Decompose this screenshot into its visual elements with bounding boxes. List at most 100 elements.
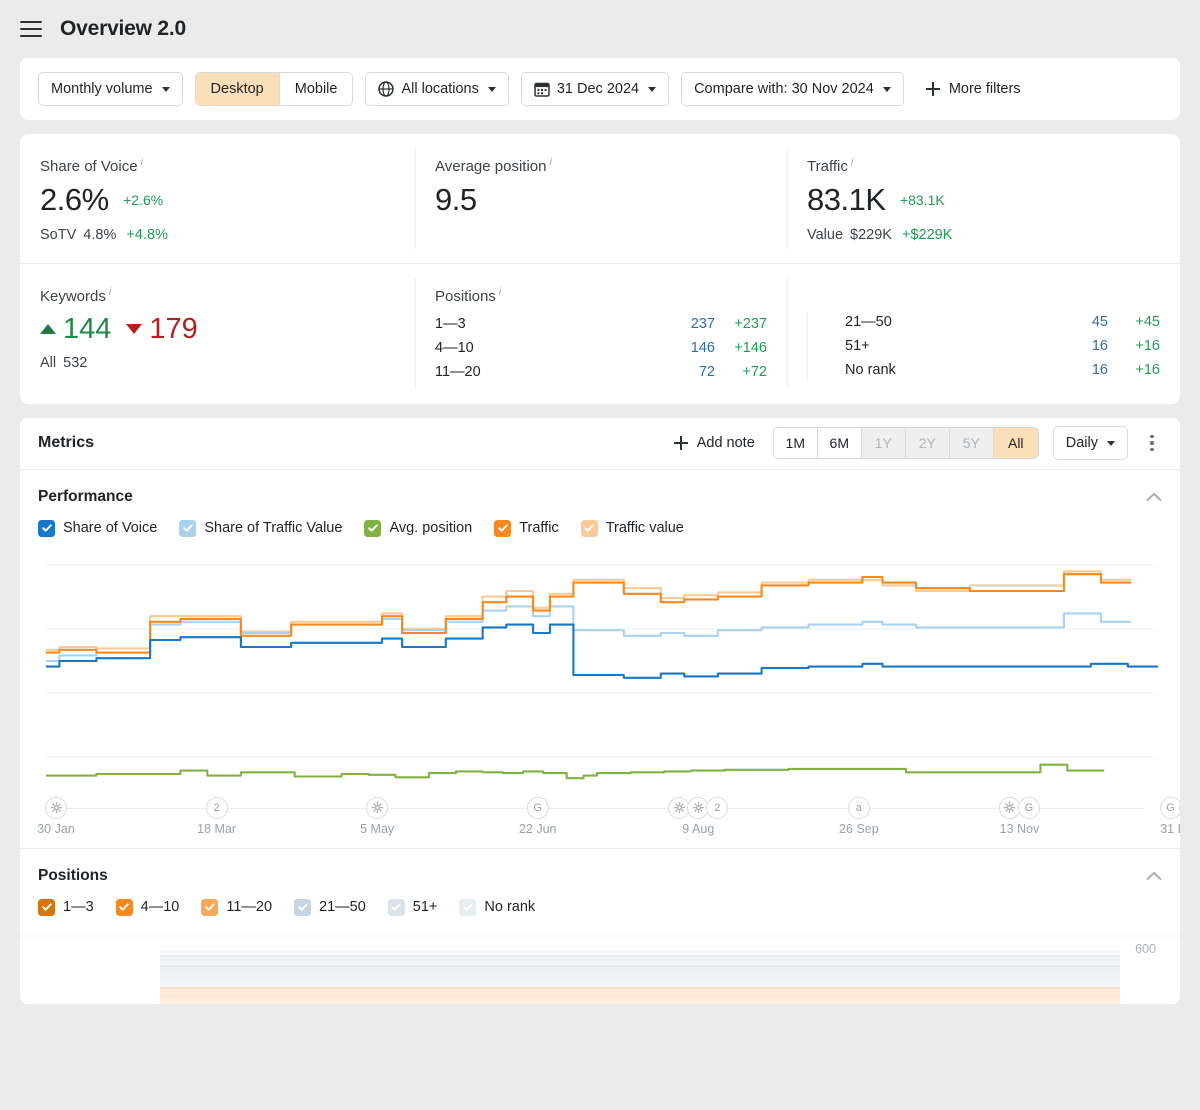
time-range-1y[interactable]: 1Y [861,428,906,459]
share-of-voice-value-row: 2.6% +2.6% [40,182,395,218]
checkbox-checked-icon[interactable] [38,519,55,537]
chevron-down-icon [882,86,891,92]
positions-section: Positions 1—3 4—10 11—20 21—50 51+ No rank 60… [20,847,1180,1004]
legend-label: Avg. position [389,520,473,537]
position-delta: +16 [1135,361,1160,378]
checkbox-checked-icon[interactable] [459,898,477,916]
monthly-volume-dropdown[interactable]: Monthly volume [38,72,183,106]
position-delta: +237 [734,315,767,332]
position-row[interactable]: 21—50 45 +45 [845,310,1160,334]
annotation-badge-G[interactable]: G [526,796,549,819]
legend-item[interactable]: Traffic value [580,519,684,537]
position-range-label: 51+ [845,337,870,354]
time-range-1m[interactable]: 1M [773,428,818,459]
device-toggle: Desktop Mobile [194,72,354,106]
device-mobile-option[interactable]: Mobile [279,73,353,105]
time-range-6m[interactable]: 6M [817,428,862,459]
info-icon[interactable]: i [549,156,551,168]
more-filters-label: More filters [948,81,1021,97]
position-delta: +45 [1135,313,1160,330]
location-dropdown[interactable]: All locations [365,72,509,106]
checkbox-checked-icon[interactable] [201,898,219,916]
positions-label: Positions [435,287,496,305]
location-label: All locations [401,81,479,97]
positions-band-21-50 [160,965,1120,988]
legend-item[interactable]: 51+ [387,898,438,916]
time-range-5y[interactable]: 5Y [949,428,994,459]
checkbox-checked-icon[interactable] [179,519,197,537]
performance-section-header: Performance [20,470,1180,506]
hamburger-icon[interactable] [20,21,42,37]
chevron-up-icon[interactable] [1146,871,1162,881]
add-note-button[interactable]: Add note [670,435,759,451]
annotation-badge-G[interactable]: G [1159,796,1180,819]
legend-item[interactable]: 21—50 [294,898,366,916]
keywords-down-value: 179 [149,312,198,345]
position-range-label: No rank [845,361,896,378]
legend-item[interactable]: 11—20 [201,898,272,916]
average-position-label: Average position [435,158,547,175]
gear-annotation-icon[interactable] [366,796,389,819]
keywords-value-row: 144 179 [40,312,395,347]
traffic-value-row: 83.1K +83.1K [807,182,1160,218]
more-filters-button[interactable]: More filters [922,81,1025,97]
time-range-2y[interactable]: 2Y [905,428,950,459]
info-icon[interactable]: i [851,156,853,168]
compare-dropdown[interactable]: Compare with: 30 Nov 2024 [681,72,904,106]
average-position-value-row: 9.5 [435,182,767,218]
legend-item[interactable]: 1—3 [38,898,94,916]
metrics-title: Metrics [38,434,95,452]
position-row[interactable]: 11—20 72 +72 [435,360,767,384]
performance-legend: Share of Voice Share of Traffic Value Avg.… [20,506,1180,537]
checkbox-checked-icon[interactable] [494,519,512,537]
traffic-value: 83.1K [807,182,886,217]
time-range-all[interactable]: All [993,428,1038,459]
annotation-badge-2[interactable]: 2 [205,796,228,819]
series-line-share-of-voice [46,623,1158,679]
chevron-up-icon[interactable] [1146,492,1162,502]
checkbox-checked-icon[interactable] [294,898,312,916]
checkbox-checked-icon[interactable] [364,519,382,537]
checkbox-checked-icon[interactable] [580,519,598,537]
info-icon[interactable]: i [499,286,501,298]
add-note-label: Add note [696,435,755,452]
legend-label: Traffic [519,520,559,537]
share-of-voice-delta: +2.6% [123,192,164,208]
chevron-down-icon [161,86,170,92]
info-icon[interactable]: i [141,156,143,168]
legend-label: 1—3 [63,899,94,916]
position-row[interactable]: 1—3 237 +237 [435,312,767,336]
device-desktop-option[interactable]: Desktop [195,73,280,105]
granularity-dropdown[interactable]: Daily [1052,426,1128,461]
sotv-delta: +4.8% [126,226,168,243]
checkbox-checked-icon[interactable] [387,898,405,916]
gear-annotation-icon[interactable] [45,796,67,819]
legend-item[interactable]: Avg. position [364,519,473,537]
kpi-label: Traffic i [807,156,1160,175]
positions-chart-svg [20,935,1180,1004]
chevron-down-icon [1107,440,1115,446]
legend-item[interactable]: 4—10 [115,898,179,916]
performance-chart [20,537,1180,788]
legend-item[interactable]: Share of Traffic Value [179,519,342,537]
annotation-badge-2[interactable]: 2 [706,796,729,819]
more-options-icon[interactable] [1142,430,1162,456]
annotation-badge-G[interactable]: G [1017,796,1040,819]
kpi-traffic: Traffic i 83.1K +83.1K Value $229K +$229K [787,134,1180,263]
app-header: Overview 2.0 [0,0,1200,58]
info-icon[interactable]: i [109,286,111,298]
date-dropdown[interactable]: 31 Dec 2024 [520,72,670,106]
position-delta: +16 [1135,337,1160,354]
legend-item[interactable]: Share of Voice [38,519,157,537]
checkbox-checked-icon[interactable] [115,898,133,916]
legend-item[interactable]: Traffic [494,519,559,537]
traffic-value-delta: +$229K [902,226,953,243]
legend-label: 51+ [412,899,438,916]
position-row[interactable]: 4—10 146 +146 [435,336,767,360]
kpi-row-top: Share of Voice i 2.6% +2.6% SoTV 4.8% +4.… [20,134,1180,264]
checkbox-checked-icon[interactable] [38,898,55,916]
legend-item[interactable]: No rank [459,898,535,916]
position-row[interactable]: No rank 16 +16 [845,358,1160,382]
annotation-badge-a[interactable]: a [847,796,870,819]
position-row[interactable]: 51+ 16 +16 [845,334,1160,358]
